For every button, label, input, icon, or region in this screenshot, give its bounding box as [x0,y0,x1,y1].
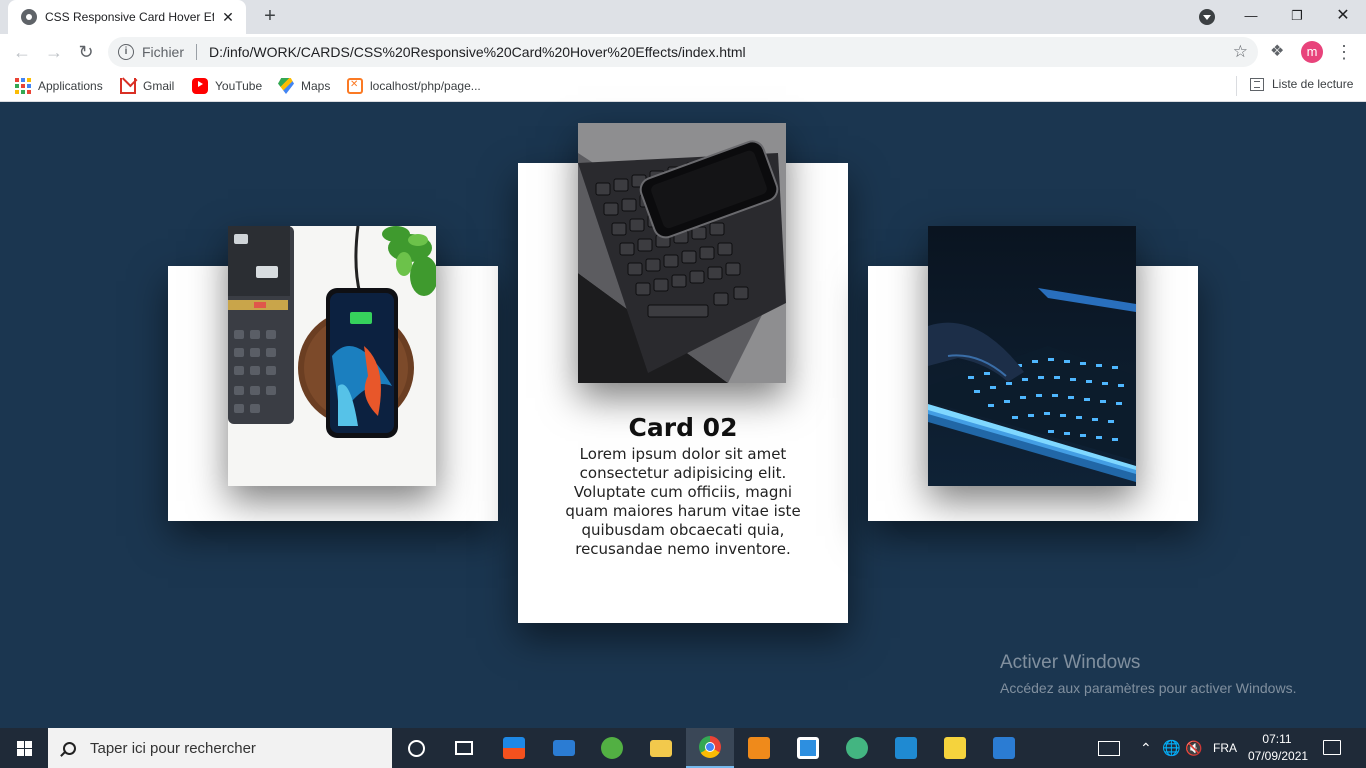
tray-chevron-icon[interactable]: ⌃ [1140,728,1152,768]
taskbar-help-app[interactable] [931,728,979,768]
tab-title: CSS Responsive Card Hover Effects [45,10,214,24]
card-text: Lorem ipsum dolor sit amet consectetur a… [565,445,801,558]
folder-icon [650,739,672,757]
taskbar-chrome[interactable] [686,728,734,768]
youtube-icon [192,78,208,94]
phone-on-laptop-keyboard-photo [578,123,786,383]
sublime-text-icon [748,737,770,759]
bookmark-label: Maps [301,79,331,93]
browser-toolbar: ← → ↻ i Fichier D:/info/WORK/CARDS/CSS%2… [0,34,1366,70]
news-widget-icon[interactable] [1098,728,1120,768]
address-bar[interactable]: i Fichier D:/info/WORK/CARDS/CSS%20Respo… [108,37,1258,67]
profile-avatar[interactable]: m [1301,41,1323,63]
taskbar-file-explorer[interactable] [637,728,685,768]
phone-on-wireless-charger-photo [228,226,436,486]
apps-grid-icon [15,78,31,94]
card-title: Card 02 [628,413,738,442]
search-icon [63,741,76,755]
close-window-button[interactable]: ✕ [1320,0,1366,32]
taskbar-vscode[interactable] [882,728,930,768]
watermark-title: Activer Windows [1000,652,1141,673]
url-separator [196,44,198,60]
taskbar-search-box[interactable]: Taper ici pour rechercher [48,728,392,768]
vscode-icon [895,737,917,759]
windows-taskbar: Taper ici pour rechercher ⌃ 🌐 🔇 FRA 07:1… [0,728,1366,768]
taskbar-app-blue[interactable] [784,728,832,768]
bookmark-maps[interactable]: Maps [278,76,330,96]
bookmark-label: Gmail [143,79,175,93]
restore-button[interactable]: ❐ [1274,0,1320,32]
reload-icon[interactable]: ↻ [72,38,100,66]
gmail-icon [120,78,136,94]
taskbar-xbox[interactable] [588,728,636,768]
taskbar-sublime[interactable] [735,728,783,768]
taskbar-store[interactable] [490,728,538,768]
clock-time: 07:11 [1262,732,1292,746]
url-scheme-label: Fichier [142,44,185,60]
browser-tab[interactable]: CSS Responsive Card Hover Effects ✕ [8,0,246,34]
new-tab-button[interactable]: + [258,4,282,28]
windows-activation-watermark: Activer Windows Accédez aux paramètres p… [1000,652,1296,696]
bookmark-label: localhost/php/page... [370,79,481,93]
tab-strip: CSS Responsive Card Hover Effects ✕ + — … [0,0,1366,34]
mail-envelope-icon [553,740,575,756]
search-placeholder: Taper ici pour rechercher [90,739,256,757]
reading-list-label: Liste de lecture [1272,77,1354,91]
video-player-icon [993,737,1015,759]
taskbar-media-app[interactable] [980,728,1028,768]
kebab-menu-icon[interactable]: ⋮ [1335,40,1353,64]
task-view-icon [455,741,473,755]
language-indicator[interactable]: FRA [1213,728,1237,768]
start-button[interactable] [0,728,48,768]
url-text[interactable]: D:/info/WORK/CARDS/CSS%20Responsive%20Ca… [209,44,746,60]
taskbar-atom[interactable] [833,728,881,768]
forward-arrow-icon[interactable]: → [40,38,68,66]
bookmark-label: YouTube [215,79,263,93]
bookmark-gmail[interactable]: Gmail [120,76,174,96]
backlit-keyboard-photo [928,226,1136,486]
app-window-icon [797,737,819,759]
globe-icon [21,9,37,25]
reading-list-icon [1250,77,1264,91]
cortana-circle-icon [407,739,425,757]
volume-muted-icon[interactable]: 🔇 [1185,728,1202,768]
windows-logo-icon [16,740,32,756]
maps-icon [278,78,294,94]
charger-photo-illustration [228,226,436,486]
minimize-button[interactable]: — [1228,0,1274,32]
watermark-subtitle: Accédez aux paramètres pour activer Wind… [1000,680,1297,696]
bookmark-localhost[interactable]: localhost/php/page... [347,76,481,96]
cortana-button[interactable] [392,728,440,768]
back-arrow-icon[interactable]: ← [8,38,36,66]
keyboard-photo-illustration [928,226,1136,486]
card-02-content: Card 02 Lorem ipsum dolor sit amet conse… [518,413,848,559]
tab-search-dropdown-icon[interactable] [1199,9,1215,25]
network-globe-icon[interactable]: 🌐 [1162,728,1181,768]
help-question-icon [944,737,966,759]
info-icon[interactable]: i [118,44,134,60]
bookmarks-divider [1236,76,1237,96]
taskbar-mail[interactable] [540,728,588,768]
clock-date: 07/09/2021 [1248,749,1309,763]
bookmark-label: Applications [38,79,103,93]
task-view-button[interactable] [440,728,488,768]
close-tab-icon[interactable]: ✕ [220,9,236,26]
extensions-puzzle-icon[interactable]: ❖ [1270,41,1284,61]
bookmark-youtube[interactable]: YouTube [192,76,262,96]
system-clock[interactable]: 07:11 07/09/2021 [1248,731,1309,765]
xampp-icon [347,78,363,94]
bookmark-applications[interactable]: Applications [15,76,103,96]
bookmark-star-icon[interactable]: ☆ [1233,42,1248,62]
bookmarks-bar: Applications Gmail YouTube Maps localhos… [0,70,1366,102]
reading-list-button[interactable]: Liste de lecture [1236,76,1354,96]
page-viewport: Card 02 Lorem ipsum dolor sit amet conse… [0,103,1366,728]
game-app-icon [601,737,623,759]
store-bag-icon [503,737,525,759]
notification-center-icon[interactable] [1323,740,1341,755]
chrome-icon [699,736,721,758]
laptop-photo-illustration [578,123,786,383]
atom-icon [846,737,868,759]
